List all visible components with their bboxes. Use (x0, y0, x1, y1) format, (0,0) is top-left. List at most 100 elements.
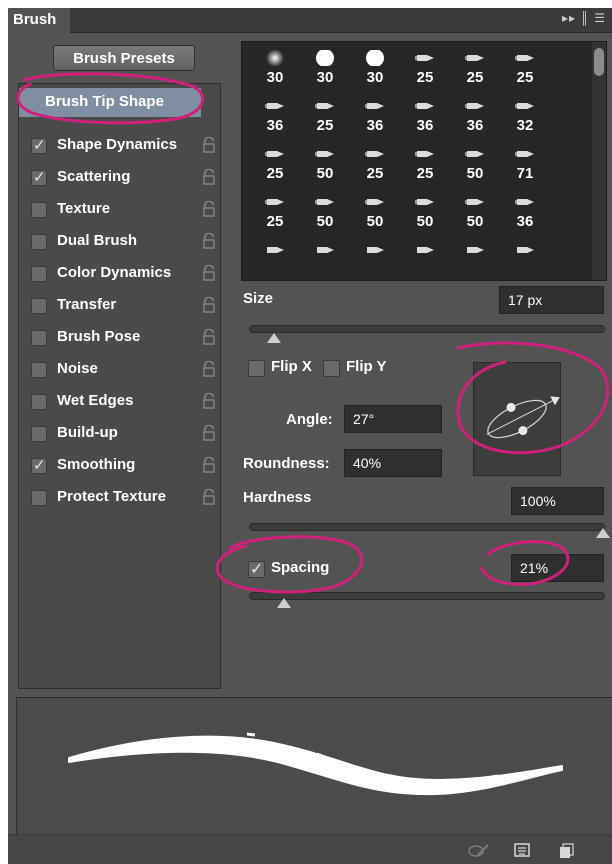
item-label: Color Dynamics (57, 264, 172, 281)
spacing-slider[interactable] (249, 592, 605, 600)
lock-icon[interactable] (202, 329, 216, 346)
brush-tip-cell[interactable]: 36 (250, 94, 300, 142)
lock-icon[interactable] (202, 489, 216, 506)
new-preset-icon[interactable] (558, 843, 574, 859)
item-checkbox[interactable] (31, 234, 47, 250)
brush-tip-icon (515, 55, 534, 61)
brush-tip-grid[interactable]: 30 30 30 25 25 25 36 25 36 36 36 32 25 50 25 25 50 71 25 50… (241, 41, 607, 281)
list-item[interactable]: Smoothing (19, 452, 219, 482)
size-slider-thumb[interactable] (266, 333, 281, 343)
lock-icon[interactable] (202, 393, 216, 410)
list-item[interactable]: Dual Brush (19, 228, 219, 258)
item-checkbox[interactable] (31, 266, 47, 282)
lock-icon[interactable] (202, 265, 216, 282)
list-item[interactable]: Color Dynamics (19, 260, 219, 290)
item-checkbox[interactable] (31, 202, 47, 218)
brush-tip-cell[interactable]: 25 (250, 190, 300, 238)
brush-angle-roundness-widget[interactable] (473, 362, 561, 476)
panel-menu-icon[interactable]: ▸▸ ║ ☰ (562, 11, 606, 25)
lock-icon[interactable] (202, 137, 216, 154)
brush-tip-cell[interactable]: 25 (450, 46, 500, 94)
brush-size-label: 50 (316, 213, 334, 230)
hardness-input[interactable]: 100% (511, 487, 604, 515)
item-checkbox[interactable] (31, 394, 47, 410)
item-label: Transfer (57, 296, 117, 313)
brush-tip-cell[interactable]: 50 (300, 190, 350, 238)
brush-tip-cell[interactable]: 25 (350, 142, 400, 190)
brush-tip-cell[interactable]: 50 (350, 190, 400, 238)
lock-icon[interactable] (202, 233, 216, 250)
brush-tip-cell[interactable]: 36 (400, 94, 450, 142)
brush-tip-cell[interactable]: 36 (450, 94, 500, 142)
brush-tip-cell[interactable]: 25 (250, 142, 300, 190)
lock-icon[interactable] (202, 201, 216, 218)
lock-icon[interactable] (202, 457, 216, 474)
brush-grid-scrollbar[interactable] (592, 42, 606, 280)
flip-y-checkbox[interactable] (323, 360, 340, 377)
brush-tip-cell[interactable]: 71 (500, 142, 550, 190)
lock-icon[interactable] (202, 361, 216, 378)
brush-tip-icon (515, 199, 534, 205)
item-checkbox[interactable] (31, 298, 47, 314)
brush-tip-shape-item[interactable]: Brush Tip Shape (19, 88, 201, 117)
hardness-slider[interactable] (249, 523, 605, 531)
brush-tip-cell[interactable]: 50 (450, 190, 500, 238)
brush-tip-cell[interactable]: 32 (500, 94, 550, 142)
lock-icon[interactable] (202, 425, 216, 442)
brush-size-label: 25 (416, 69, 434, 86)
list-item[interactable]: Protect Texture (19, 484, 219, 514)
brush-tip-icon (365, 103, 384, 109)
angle-ellipse-icon[interactable] (474, 363, 560, 475)
brush-tip-cell[interactable]: 36 (500, 190, 550, 238)
spacing-slider-thumb[interactable] (277, 598, 292, 608)
brush-tip-cell[interactable]: 36 (350, 94, 400, 142)
size-input[interactable]: 17 px (499, 286, 604, 314)
list-item[interactable]: Wet Edges (19, 388, 219, 418)
list-item[interactable]: Texture (19, 196, 219, 226)
size-slider[interactable] (249, 325, 605, 333)
brush-size-label: 36 (416, 117, 434, 134)
hardness-slider-thumb[interactable] (596, 528, 610, 538)
spacing-input[interactable]: 21% (511, 554, 604, 582)
tab-brush[interactable]: Brush (8, 8, 70, 33)
item-checkbox[interactable] (31, 168, 47, 186)
brush-tip-cell[interactable]: 25 (500, 46, 550, 94)
item-checkbox[interactable] (31, 362, 47, 378)
brush-toggle-icon[interactable] (468, 843, 490, 859)
brush-tip-icon (465, 55, 484, 61)
brush-presets-button[interactable]: Brush Presets (53, 45, 195, 71)
flip-x-checkbox[interactable] (248, 360, 265, 377)
brush-tip-cell[interactable]: 50 (400, 190, 450, 238)
brush-tip-icon (515, 151, 534, 157)
item-checkbox[interactable] (31, 136, 47, 154)
brush-grid-scroll-thumb[interactable] (594, 48, 604, 76)
list-item[interactable]: Scattering (19, 164, 219, 194)
angle-input[interactable]: 27° (344, 405, 442, 433)
lock-icon[interactable] (202, 169, 216, 186)
brush-tip-cell[interactable]: 30 (300, 46, 350, 94)
brush-tip-cell[interactable]: 25 (400, 142, 450, 190)
spacing-checkbox[interactable] (248, 559, 265, 579)
brush-tip-icon (517, 247, 534, 253)
list-item[interactable]: Brush Pose (19, 324, 219, 354)
brush-tip-cell[interactable]: 25 (300, 94, 350, 142)
item-checkbox[interactable] (31, 456, 47, 474)
brush-tip-cell[interactable]: 30 (250, 46, 300, 94)
brush-size-label: 30 (316, 69, 334, 86)
brush-tip-cell[interactable]: 50 (300, 142, 350, 190)
brush-tip-cell[interactable]: 50 (450, 142, 500, 190)
brush-tip-icon (315, 103, 334, 109)
list-item[interactable]: Build-up (19, 420, 219, 450)
item-checkbox[interactable] (31, 426, 47, 442)
item-checkbox[interactable] (31, 490, 47, 506)
grid-icon[interactable] (514, 843, 530, 859)
lock-icon[interactable] (202, 297, 216, 314)
list-item[interactable]: Shape Dynamics (19, 132, 219, 162)
item-checkbox[interactable] (31, 330, 47, 346)
roundness-input[interactable]: 40% (344, 449, 442, 477)
brush-tip-cell[interactable]: 30 (350, 46, 400, 94)
brush-tip-icon (415, 151, 434, 157)
list-item[interactable]: Transfer (19, 292, 219, 322)
brush-tip-cell[interactable]: 25 (400, 46, 450, 94)
list-item[interactable]: Noise (19, 356, 219, 386)
